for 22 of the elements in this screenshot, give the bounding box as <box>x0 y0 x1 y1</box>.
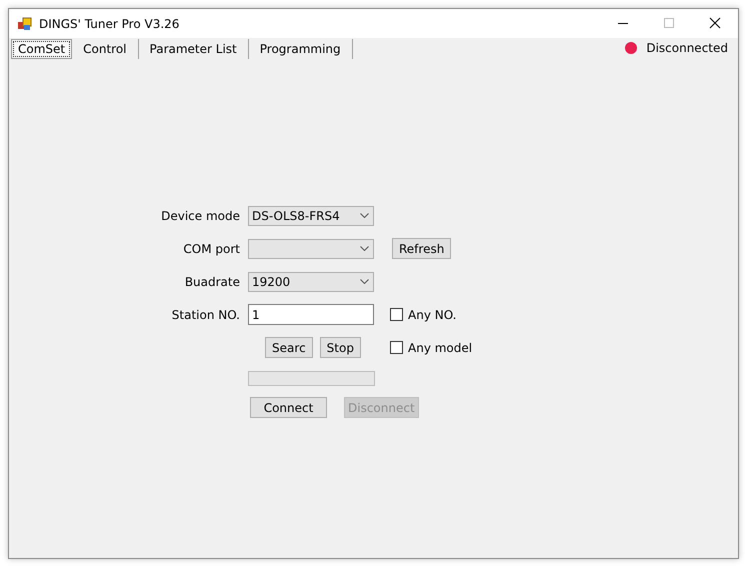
checkbox-label: Any model <box>408 340 472 354</box>
stop-button[interactable]: Stop <box>320 337 361 358</box>
checkbox[interactable] <box>390 341 403 354</box>
tab[interactable]: Programming <box>248 39 353 59</box>
field-label: Station NO. <box>172 308 240 322</box>
search-button[interactable]: Searc <box>265 337 313 358</box>
field-label: Buadrate <box>184 274 240 288</box>
checkbox-label: Any NO. <box>408 308 456 322</box>
tab[interactable]: Control <box>72 39 139 59</box>
dropdown[interactable]: 19200 <box>248 272 374 292</box>
connect-button[interactable]: Connect <box>250 397 327 418</box>
window-title: DINGS' Tuner Pro V3.26 <box>39 16 180 30</box>
refresh-button[interactable]: Refresh <box>392 238 452 259</box>
checkbox[interactable] <box>390 308 403 321</box>
field-label: COM port <box>183 242 240 256</box>
input-field[interactable]: 1 <box>248 304 374 325</box>
field-label: Device mode <box>161 208 240 222</box>
tab[interactable]: ComSet <box>11 39 72 59</box>
connection-status: Disconnected <box>646 41 728 55</box>
dropdown[interactable]: DS-OLS8-FRS4 <box>248 206 374 226</box>
app-icon <box>18 16 32 30</box>
tab[interactable]: Parameter List <box>138 39 249 59</box>
